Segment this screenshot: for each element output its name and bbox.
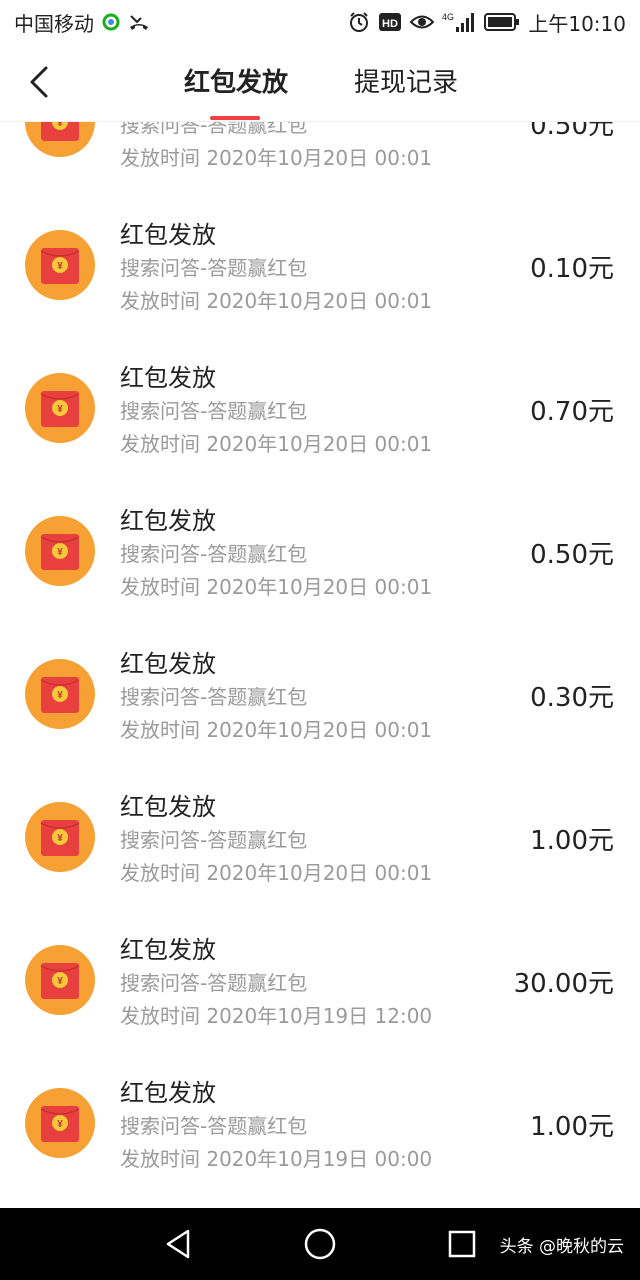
record-amount: 1.00元 [530,1112,614,1142]
back-button[interactable] [22,62,62,102]
record-row[interactable]: ¥ 红包发放搜索问答-答题赢红包发放时间 2020年10月19日 00:00 1.0… [0,995,640,1171]
svg-text:¥: ¥ [57,404,63,415]
svg-text:¥: ¥ [57,547,63,558]
record-title: 红包发放 [120,650,216,678]
recents-nav-button[interactable] [444,1226,480,1262]
record-row[interactable]: ¥ 红包发放 搜索问答-答题赢红包 发放时间 2020年10月19日 12:00 30.… [0,852,640,1028]
network-label: 4G [442,12,454,22]
record-subtitle: 搜索问答-答题赢红包 [120,256,308,280]
record-subtitle: 搜索问答-答题赢红包 [120,828,308,852]
record-title: 红包发放 [120,364,216,392]
svg-text:¥: ¥ [57,261,63,272]
record-row[interactable]: ¥ 红包发放 搜索问答-答题赢红包 发放时间 2020年10月20日 00:01 0.3… [0,566,640,742]
back-nav-button[interactable] [160,1226,196,1262]
svg-text:HD: HD [382,18,398,30]
record-row[interactable]: ¥红包发放搜索问答-答题赢红包发放时间 2020年10月20日 00:010.5… [0,423,640,599]
record-subtitle: 搜索问答-答题赢红包 [120,971,308,995]
svg-text:¥: ¥ [57,1119,63,1130]
record-subtitle: 搜索问答-答题赢红包 [120,685,308,709]
record-time: 发放时间 2020年10月19日 00:00 [120,1147,433,1171]
record-title: 红包发放 [120,221,216,249]
eye-icon [410,13,435,31]
record-title: 红包发放 [120,1079,216,1107]
hd-icon: HD [378,12,402,32]
wechat-icon [102,13,120,31]
red-packet-icon: ¥ [24,1087,96,1159]
record-subtitle: 搜索问答-答题赢红包 [120,122,308,137]
svg-text:¥: ¥ [57,122,63,129]
carrier-label: 中国移动 [14,11,94,36]
svg-text:¥: ¥ [57,690,63,701]
record-title: 红包发放 [120,936,216,964]
record-list[interactable]: ¥红包发放搜索问答-答题赢红包发放时间 2020年10月20日 00:010.5… [0,122,640,1208]
back-arrow-icon [30,66,48,98]
status-bar: 中国移动 HD 4G 上午10:10 [0,0,640,44]
record-row[interactable]: ¥ 红包发放 搜索问答-答题赢红包 发放时间 2020年10月20日 00:01 1.0… [0,709,640,885]
system-nav-bar: 头条 @晚秋的云 [0,1208,640,1280]
battery-icon [484,12,520,32]
record-title: 红包发放 [120,793,216,821]
clock: 上午10:10 [528,11,626,36]
record-row[interactable]: ¥ 红包发放 搜索问答-答题赢红包 发放时间 2020年10月20日 00:01 0.1… [0,137,640,313]
record-row[interactable]: ¥ 红包发放 搜索问答-答题赢红包 发放时间 2020年10月20日 00:01 0.7… [0,280,640,456]
record-subtitle: 搜索问答-答题赢红包 [120,399,308,423]
circle-home-icon [304,1228,336,1260]
signal-icon: 4G [442,11,476,33]
tab-withdraw-records[interactable]: 提现记录 [354,62,458,99]
record-title: 红包发放 [120,507,216,535]
record-subtitle: 搜索问答-答题赢红包 [120,1114,308,1138]
svg-text:¥: ¥ [57,976,63,987]
svg-text:¥: ¥ [57,833,63,844]
alarm-icon [348,11,370,33]
tab-red-packet[interactable]: 红包发放 [184,62,288,99]
screen: 中国移动 HD 4G 上午10:10 红包发放 提现记录 ¥ 搜索问答-答题赢红… [0,0,640,1280]
active-tab-indicator [210,116,260,120]
watermark: 头条 @晚秋的云 [499,1237,624,1257]
square-recents-icon [448,1230,476,1258]
record-row[interactable]: ¥红包发放搜索问答-答题赢红包发放时间 2020年10月20日 00:010.5… [0,122,640,170]
record-subtitle: 搜索问答-答题赢红包 [120,542,308,566]
top-nav: 红包发放 提现记录 [0,44,640,122]
triangle-back-icon [166,1229,190,1259]
home-nav-button[interactable] [302,1226,338,1262]
missed-call-icon [128,12,150,32]
